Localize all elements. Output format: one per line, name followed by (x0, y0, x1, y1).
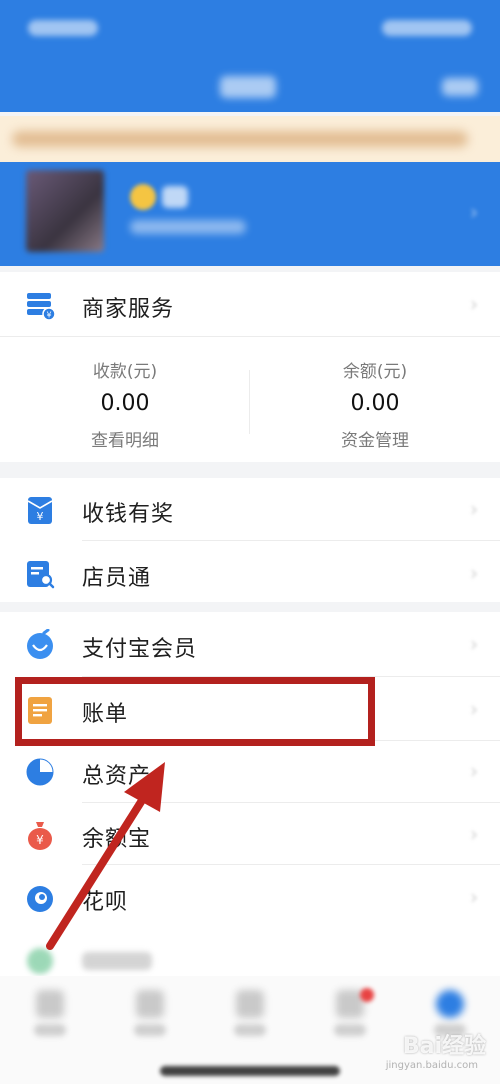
huabei-item[interactable]: 花呗 › (0, 867, 500, 929)
clerk-label: 店员通 (82, 566, 152, 591)
green-circle-icon (24, 945, 56, 977)
watermark-url: jingyan.baidu.com (385, 1060, 478, 1071)
tab-label (334, 1024, 366, 1036)
chevron-right-icon: › (470, 561, 478, 585)
notification-dot (360, 988, 374, 1002)
highlight-box (15, 677, 375, 746)
page-title (220, 76, 276, 98)
profile-header[interactable]: › (0, 162, 500, 266)
cash-reward-item[interactable]: ¥ 收钱有奖 › (0, 479, 500, 541)
profile-account (130, 220, 246, 234)
chevron-right-icon: › (470, 822, 478, 846)
chevron-right-icon: › (470, 885, 478, 909)
avatar[interactable] (26, 170, 104, 252)
emoji-badge-icon (130, 184, 156, 210)
divider (82, 864, 500, 865)
user-icon (436, 990, 464, 1018)
member-item[interactable]: 支付宝会员 › (0, 614, 500, 676)
merchant-service-label: 商家服务 (82, 297, 175, 322)
tab-label (234, 1024, 266, 1036)
svg-text:¥: ¥ (46, 311, 51, 320)
chevron-right-icon: › (470, 200, 478, 224)
money-bag-icon: ¥ (24, 819, 56, 851)
home-indicator (160, 1066, 340, 1076)
tab-label (34, 1024, 66, 1036)
huabei-icon (24, 882, 56, 914)
notice-text (12, 131, 468, 147)
tab-koubei[interactable] (200, 986, 300, 1044)
svg-text:¥: ¥ (36, 833, 44, 847)
huabei-label: 花呗 (82, 890, 129, 915)
next-item-label (82, 952, 152, 970)
yuebao-label: 余额宝 (82, 827, 152, 852)
clerk-search-icon (24, 558, 56, 590)
merchant-service-item[interactable]: ¥ 商家服务 › (0, 274, 500, 336)
watermark-logo: Bai经验 (402, 1034, 486, 1059)
fund-management-link[interactable]: 资金管理 (250, 426, 500, 451)
total-assets-label: 总资产 (82, 764, 152, 789)
home-icon (36, 990, 64, 1018)
tab-label (134, 1024, 166, 1036)
receipts-stat[interactable]: 收款(元) 0.00 查看明细 (0, 340, 250, 462)
member-label: 支付宝会员 (82, 637, 198, 662)
stats-panel: 收款(元) 0.00 查看明细 余额(元) 0.00 资金管理 (0, 340, 500, 462)
svg-text:¥: ¥ (37, 510, 44, 523)
cash-reward-label: 收钱有奖 (82, 502, 175, 527)
status-bar-indicators (382, 20, 472, 36)
profile-name (162, 186, 188, 208)
balance-stat[interactable]: 余额(元) 0.00 资金管理 (250, 340, 500, 462)
view-details-link[interactable]: 查看明细 (0, 426, 250, 451)
notice-banner[interactable] (0, 116, 500, 162)
tab-messages[interactable] (300, 986, 400, 1044)
pie-chart-icon (24, 756, 56, 788)
koubei-icon (236, 990, 264, 1018)
divider (0, 336, 500, 337)
chevron-right-icon: › (470, 292, 478, 316)
chevron-right-icon: › (470, 759, 478, 783)
clerk-item[interactable]: 店员通 › (0, 543, 500, 605)
settings-button[interactable] (442, 78, 478, 96)
tab-home[interactable] (0, 986, 100, 1044)
status-bar-time (28, 20, 98, 36)
chevron-right-icon: › (470, 632, 478, 656)
tab-wealth[interactable] (100, 986, 200, 1044)
wealth-icon (136, 990, 164, 1018)
receipts-value: 0.00 (100, 391, 150, 416)
yuebao-item[interactable]: ¥ 余额宝 › (0, 804, 500, 866)
chevron-right-icon: › (470, 697, 478, 721)
member-badge-icon (24, 628, 56, 661)
balance-caption: 余额(元) (342, 362, 408, 382)
divider (82, 540, 500, 541)
chevron-right-icon: › (470, 497, 478, 521)
divider (82, 802, 500, 803)
total-assets-item[interactable]: 总资产 › (0, 741, 500, 803)
balance-value: 0.00 (350, 391, 400, 416)
merchant-store-icon: ¥ (24, 289, 56, 321)
red-envelope-yuan-icon: ¥ (24, 494, 56, 526)
receipts-caption: 收款(元) (92, 362, 158, 382)
top-nav-bar (0, 0, 500, 112)
